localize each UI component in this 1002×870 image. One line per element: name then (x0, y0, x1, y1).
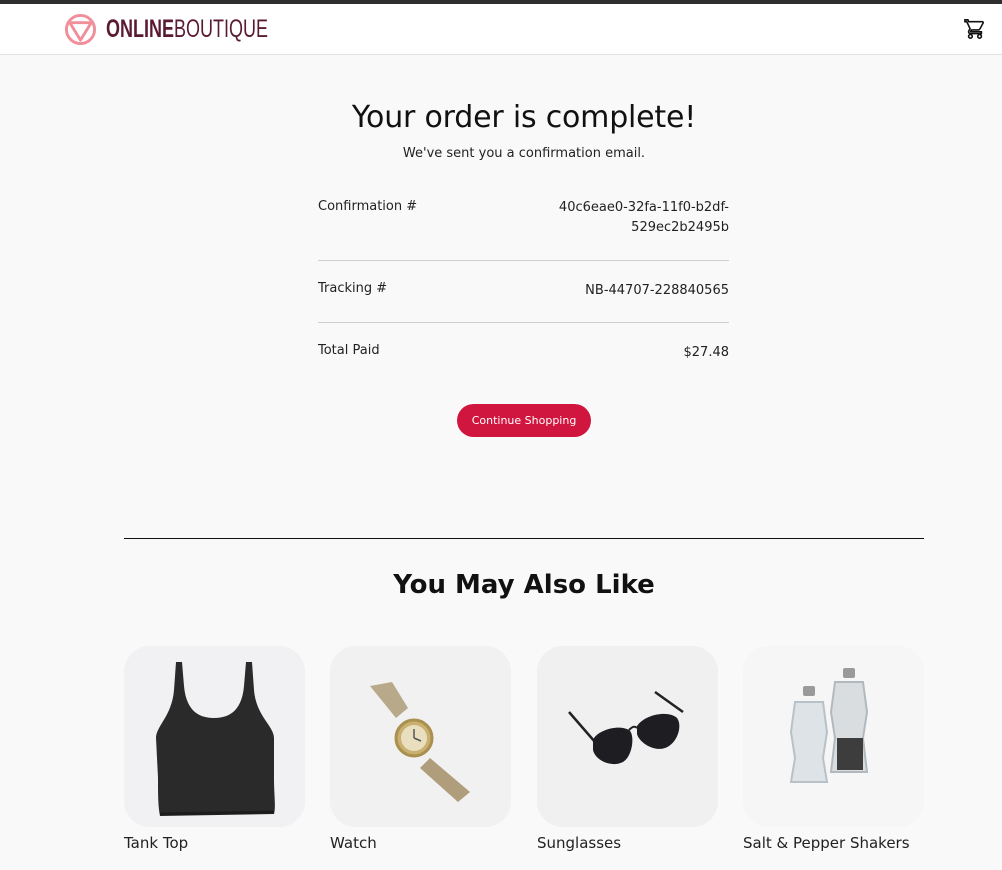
confirmation-label: Confirmation # (318, 199, 418, 214)
product-name[interactable]: Salt & Pepper Shakers (743, 834, 924, 852)
product-card-watch[interactable]: Watch (330, 646, 511, 852)
confirmation-value: 40c6eae0-32fa-11f0-b2df-529ec2b2495b (558, 200, 729, 235)
tracking-row: Tracking # NB-44707-228840565 (318, 261, 729, 322)
site-logo[interactable]: ONLINEBOUTIQUE (64, 12, 331, 46)
total-label: Total Paid (318, 343, 380, 358)
confirmation-row: Confirmation # 40c6eae0-32fa-11f0-b2df-5… (318, 190, 729, 260)
logo-text-light: BOUTIQUE (174, 14, 269, 43)
product-name[interactable]: Tank Top (124, 834, 305, 852)
product-image[interactable] (330, 646, 511, 827)
product-name[interactable]: Watch (330, 834, 511, 852)
order-summary: Confirmation # 40c6eae0-32fa-11f0-b2df-5… (318, 190, 729, 373)
page-title: Your order is complete! (351, 100, 697, 135)
product-name[interactable]: Sunglasses (537, 834, 718, 852)
logo-text-bold: ONLINE (106, 14, 175, 43)
recommendations-list: Tank Top Watch Sunglasses Salt & Pepper … (124, 646, 924, 856)
tracking-label: Tracking # (318, 281, 388, 296)
total-row: Total Paid $27.48 (318, 323, 729, 373)
recommendations-title: You May Also Like (393, 570, 655, 600)
site-header: ONLINEBOUTIQUE (0, 4, 1002, 55)
tank-top-image (124, 646, 305, 827)
shopping-cart-icon (964, 19, 985, 39)
logo-text: ONLINEBOUTIQUE (106, 14, 269, 43)
section-divider (124, 538, 924, 539)
product-card-salt-pepper[interactable]: Salt & Pepper Shakers (743, 646, 924, 852)
page-subtitle: We've sent you a confirmation email. (402, 146, 646, 161)
product-image[interactable] (537, 646, 718, 827)
total-value: $27.48 (683, 345, 730, 360)
logo-mark-icon (64, 13, 97, 45)
product-image[interactable] (124, 646, 305, 827)
continue-shopping-button[interactable]: Continue Shopping (457, 404, 591, 437)
cart-button[interactable] (963, 18, 987, 40)
product-card-tank-top[interactable]: Tank Top (124, 646, 305, 852)
watch-image (330, 646, 511, 827)
salt-pepper-shakers-image (743, 646, 924, 827)
tracking-value: NB-44707-228840565 (585, 283, 729, 298)
product-image[interactable] (743, 646, 924, 827)
sunglasses-image (537, 646, 718, 827)
product-card-sunglasses[interactable]: Sunglasses (537, 646, 718, 852)
